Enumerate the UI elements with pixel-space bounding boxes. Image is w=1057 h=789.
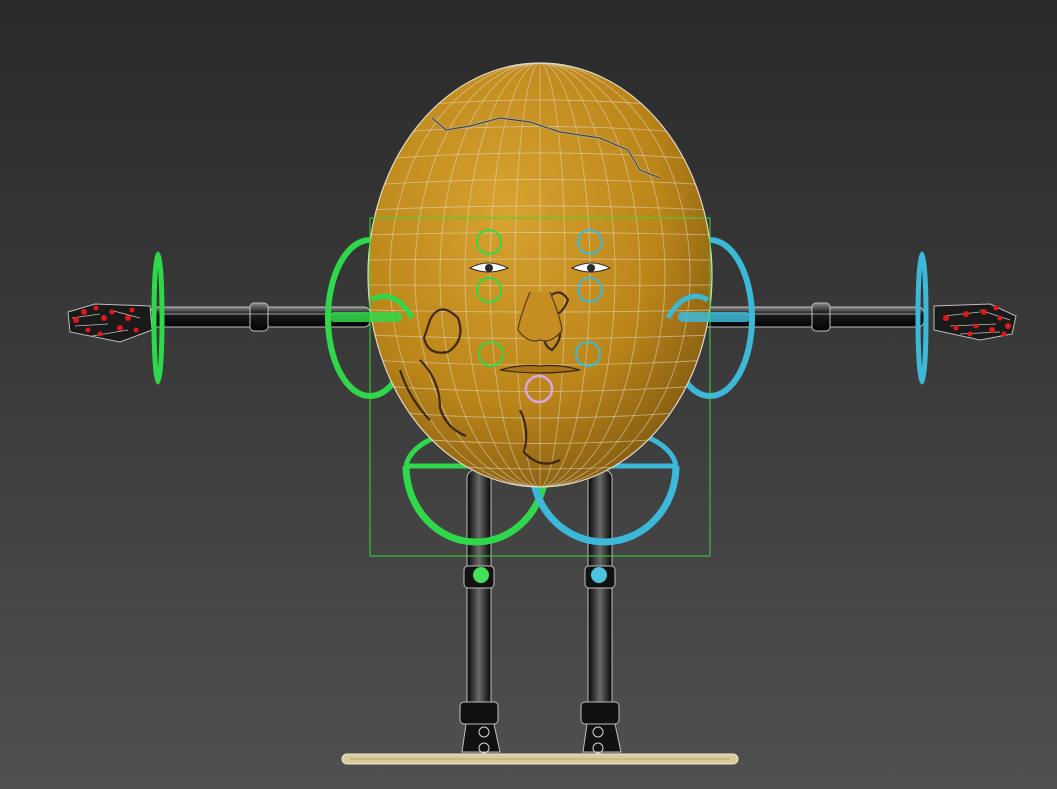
right-leg-bones[interactable] <box>580 469 622 754</box>
left-knee-control[interactable] <box>473 567 489 583</box>
right-knee-control[interactable] <box>591 567 607 583</box>
egg-head-mesh[interactable] <box>367 60 713 490</box>
right-hand[interactable] <box>933 303 1017 341</box>
scene-canvas[interactable] <box>0 0 1057 789</box>
left-leg-bones[interactable] <box>459 469 501 754</box>
right-shoulder-bone-highlight <box>678 312 750 322</box>
left-shoulder-bone-highlight <box>330 312 402 322</box>
3d-viewport[interactable] <box>0 0 1057 789</box>
left-hand[interactable] <box>67 303 153 343</box>
ground-plate[interactable] <box>341 753 739 765</box>
